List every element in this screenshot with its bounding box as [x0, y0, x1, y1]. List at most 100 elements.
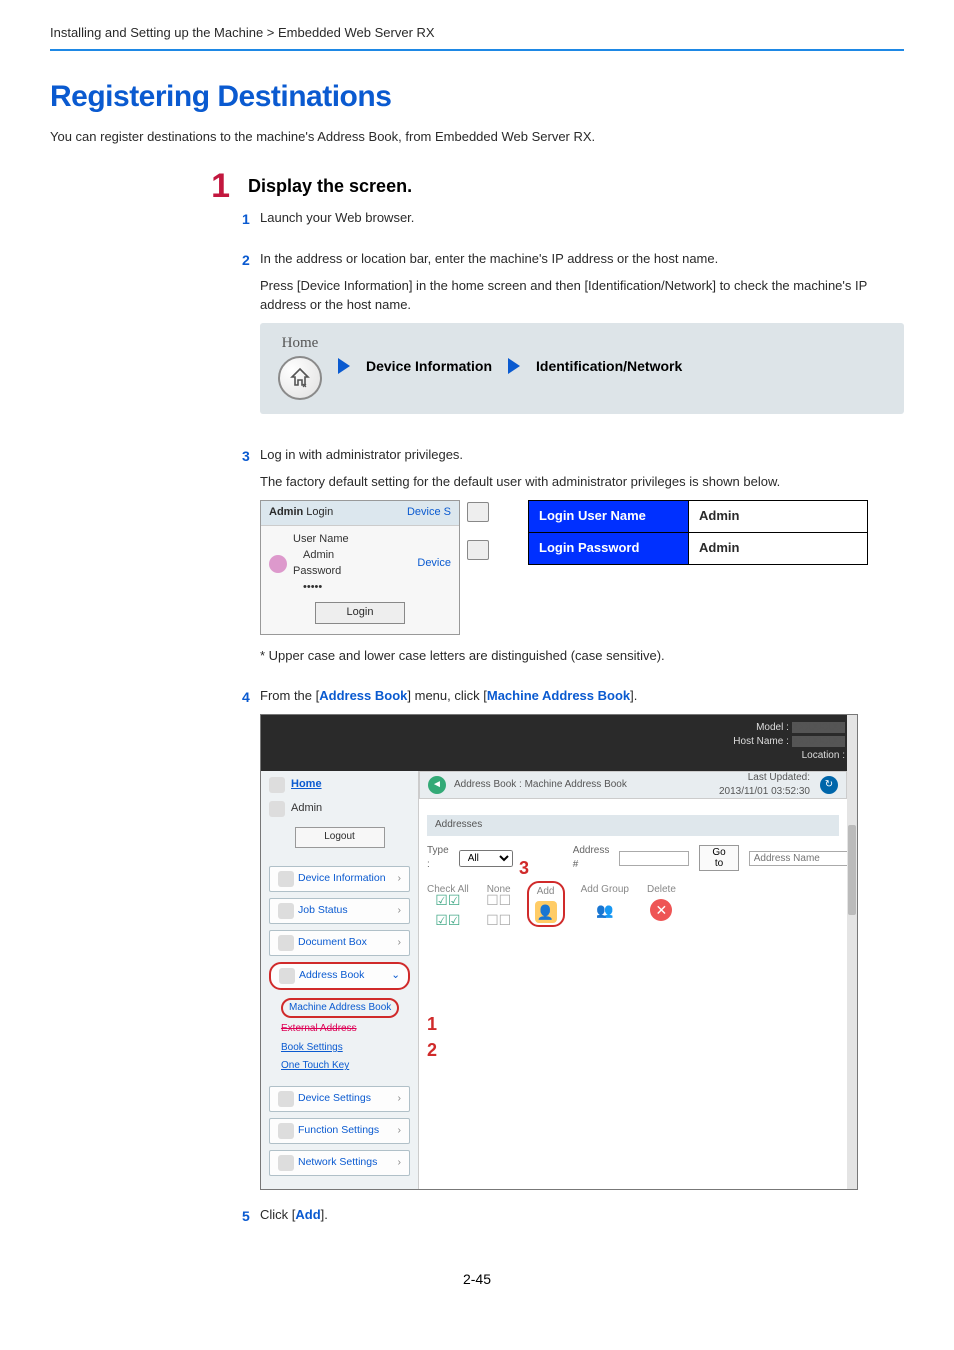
home-panel: Home Device Information Identification/N… [260, 323, 904, 415]
chevron-right-icon: › [398, 935, 402, 950]
admin-login-title: Admin [269, 506, 303, 518]
address-book-link: Address Book [319, 688, 407, 703]
scrollbar[interactable] [847, 715, 857, 1189]
subnav-book-settings[interactable]: Book Settings [281, 1041, 406, 1056]
menu-document-box[interactable]: Document Box› [269, 930, 410, 956]
ews-screenshot: Model : XXXXXXXX Host Name : XXXXXXXX Lo… [260, 714, 858, 1190]
home-icon [269, 777, 285, 793]
addrbook-icon [279, 968, 295, 984]
substep-num-5: 5 [242, 1206, 260, 1226]
substep-num-2: 2 [242, 250, 260, 270]
substep-4-text: From the [Address Book] menu, click [Mac… [260, 687, 904, 706]
add-link: Add [295, 1207, 320, 1222]
substep-2-text: In the address or location bar, enter th… [260, 250, 904, 269]
address-number-input[interactable] [619, 851, 689, 866]
chevron-right-icon: › [398, 871, 402, 886]
admin-login-device-s: Device S [407, 505, 451, 521]
substep-1-text: Launch your Web browser. [260, 209, 904, 228]
breadcrumb: Installing and Setting up the Machine > … [50, 24, 904, 43]
location-label: Location : [273, 749, 845, 763]
cred-pass-val: Admin [689, 532, 868, 564]
chevron-right-icon: › [398, 1123, 402, 1138]
password-label: Password [293, 565, 345, 577]
devset-icon [278, 1091, 294, 1107]
type-select[interactable]: All [459, 850, 513, 867]
last-updated-value: 2013/11/01 03:52:30 [719, 785, 810, 800]
subnav-one-touch-key[interactable]: One Touch Key [281, 1059, 406, 1074]
substep-3-text: Log in with administrator privileges. [260, 446, 904, 465]
cred-user-key: Login User Name [529, 501, 689, 533]
substep-5-text: Click [Add]. [260, 1206, 904, 1225]
menu-function-settings[interactable]: Function Settings› [269, 1118, 410, 1144]
panel-identification: Identification/Network [536, 356, 682, 376]
action-check-all[interactable]: Check All☑☑☑☑ [427, 883, 469, 922]
action-none[interactable]: None☐☐☐☐ [487, 883, 511, 922]
monitor-icon [467, 540, 489, 560]
menu-device-settings[interactable]: Device Settings› [269, 1086, 410, 1112]
type-label: Type : [427, 844, 449, 873]
menu-network-settings[interactable]: Network Settings› [269, 1150, 410, 1176]
home-icon[interactable] [278, 356, 322, 400]
crumb-text: Address Book : Machine Address Book [454, 778, 627, 793]
user-icon [269, 555, 287, 573]
action-add[interactable]: Add👤 [529, 883, 563, 926]
user-icon [269, 801, 285, 817]
printer-icon [467, 502, 489, 522]
action-add-group[interactable]: Add Group👥 [581, 883, 629, 922]
nav-home[interactable]: Home [269, 777, 410, 793]
panel-device-info: Device Information [366, 356, 492, 376]
goto-button[interactable]: Go to [699, 845, 738, 871]
credentials-table: Login User Name Admin Login Password Adm… [528, 500, 868, 565]
callout-2: 2 [427, 1037, 437, 1063]
device-link: Device [417, 556, 451, 572]
funcset-icon [278, 1123, 294, 1139]
chevron-right-icon: › [398, 1091, 402, 1106]
ews-crumb-bar: ◄ Address Book : Machine Address Book La… [419, 771, 847, 799]
nav-admin: Admin [269, 801, 410, 817]
login-button[interactable]: Login [315, 602, 405, 624]
step-title: Display the screen. [248, 169, 412, 199]
cred-pass-key: Login Password [529, 532, 689, 564]
substep-num-1: 1 [242, 209, 260, 229]
chevron-down-icon: ⌄ [391, 968, 400, 983]
menu-address-book[interactable]: Address Book⌄ [269, 962, 410, 990]
last-updated-label: Last Updated: [719, 771, 810, 786]
substep-num-4: 4 [242, 687, 260, 707]
callout-1: 1 [427, 1011, 437, 1037]
ews-left-nav: Home Admin Logout Device Information› Jo… [261, 771, 419, 1189]
substep-3-note: The factory default setting for the defa… [260, 473, 904, 492]
ews-content: Addresses Type : All Address # Go to 🔍 C… [419, 807, 847, 1183]
page-heading: Registering Destinations [50, 75, 904, 119]
intro-text: You can register destinations to the mac… [50, 128, 904, 147]
docbox-icon [278, 935, 294, 951]
substep-num-3: 3 [242, 446, 260, 466]
admin-login-panel: Admin Login Device S User Name Admin Pas… [260, 500, 460, 635]
password-value: ••••• [293, 580, 353, 596]
action-delete[interactable]: Delete✕ [647, 883, 676, 922]
address-book-subnav: Machine Address Book External Address Bo… [269, 996, 410, 1086]
netset-icon [278, 1155, 294, 1171]
arrow-icon [338, 358, 350, 374]
model-label: Model : XXXXXXXX [273, 721, 845, 735]
jobstatus-icon [278, 903, 294, 919]
rule [50, 49, 904, 51]
substep-2-note: Press [Device Information] in the home s… [260, 277, 904, 315]
user-name-value: Admin [293, 548, 353, 564]
chevron-right-icon: › [398, 1155, 402, 1170]
address-number-label: Address # [573, 844, 610, 873]
page-number: 2-45 [50, 1269, 904, 1289]
address-name-input[interactable] [749, 851, 849, 866]
subnav-external-address[interactable]: External Address [281, 1022, 406, 1037]
addresses-heading: Addresses [427, 815, 839, 836]
back-button[interactable]: ◄ [428, 776, 446, 794]
refresh-button[interactable]: ↻ [820, 776, 838, 794]
chevron-right-icon: › [398, 903, 402, 918]
cred-user-val: Admin [689, 501, 868, 533]
subnav-machine-address-book[interactable]: Machine Address Book [281, 998, 399, 1019]
home-label: Home [282, 333, 319, 355]
logout-button[interactable]: Logout [295, 827, 385, 848]
step-number: 1 [194, 169, 230, 203]
menu-device-information[interactable]: Device Information› [269, 866, 410, 892]
hostname-label: Host Name : XXXXXXXX [273, 735, 845, 749]
menu-job-status[interactable]: Job Status› [269, 898, 410, 924]
